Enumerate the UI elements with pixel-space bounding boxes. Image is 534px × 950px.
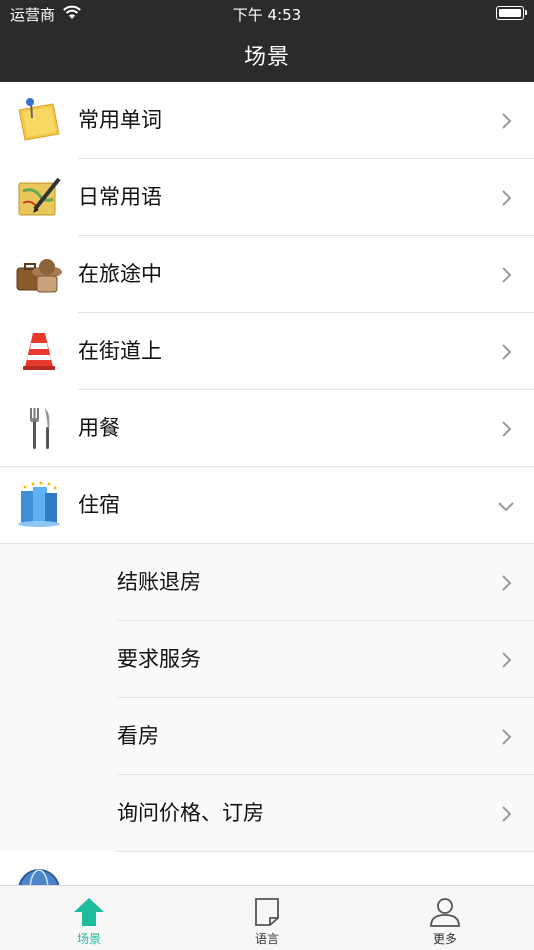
tab-languages[interactable]: 语言: [207, 892, 327, 948]
sub-item-label: 询问价格、订房: [117, 801, 264, 825]
list-item-label: 住宿: [78, 493, 120, 517]
chevron-down-icon: [498, 502, 514, 512]
chevron-right-icon: [502, 190, 512, 206]
list-item-label: 用餐: [78, 416, 120, 440]
chevron-right-icon: [502, 113, 512, 129]
sub-item-view-room[interactable]: 看房: [0, 698, 534, 775]
sub-item-label: 看房: [117, 724, 159, 748]
home-arrow-icon: [74, 898, 104, 926]
note-icon: [255, 898, 279, 926]
list-item-on-the-street[interactable]: 在街道上: [0, 313, 534, 390]
sub-item-price-booking[interactable]: 询问价格、订房: [0, 775, 534, 852]
tab-scenes[interactable]: 场景: [29, 892, 149, 948]
map-pencil-icon: [18, 177, 61, 216]
sub-item-label: 结账退房: [117, 570, 201, 594]
tab-label: 场景: [76, 932, 101, 946]
chevron-right-icon: [502, 421, 512, 437]
list-item-label: 常用单词: [78, 108, 162, 132]
scene-list: 常用单词 日常用语 在旅途中 在街道上 用餐 住宿 结账退房 要求服务 看房 询…: [0, 82, 534, 929]
status-bar: 运营商 下午 4:53: [0, 0, 534, 28]
status-time: 下午 4:53: [232, 6, 302, 24]
list-item-on-the-road[interactable]: 在旅途中: [0, 236, 534, 313]
chevron-right-icon: [502, 729, 512, 745]
person-icon: [430, 898, 460, 927]
sub-item-label: 要求服务: [117, 647, 201, 671]
traffic-cone-icon: [23, 333, 55, 370]
tab-label: 更多: [432, 932, 457, 946]
chevron-right-icon: [502, 267, 512, 283]
tab-label: 语言: [254, 932, 279, 946]
chevron-right-icon: [502, 344, 512, 360]
sub-item-request-service[interactable]: 要求服务: [0, 621, 534, 698]
luggage-hat-icon: [16, 259, 62, 293]
chevron-right-icon: [502, 575, 512, 591]
list-item-lodging[interactable]: 住宿: [0, 467, 534, 544]
sub-item-checkout[interactable]: 结账退房: [0, 544, 534, 621]
hotel-building-icon: [18, 481, 60, 527]
page-title: 场景: [243, 45, 290, 70]
tab-bar: 场景 语言 更多: [0, 885, 534, 950]
nav-bar: 场景: [0, 28, 534, 82]
list-item-label: 在街道上: [78, 339, 162, 363]
list-item-label: 日常用语: [78, 185, 162, 209]
battery-icon: [496, 6, 527, 20]
list-item-dining[interactable]: 用餐: [0, 390, 534, 467]
sticky-note-icon: [18, 98, 60, 141]
list-item-label: 在旅途中: [78, 262, 162, 286]
chevron-right-icon: [502, 652, 512, 668]
tab-more[interactable]: 更多: [385, 892, 505, 948]
list-item-common-words[interactable]: 常用单词: [0, 82, 534, 159]
list-item-daily-phrases[interactable]: 日常用语: [0, 159, 534, 236]
chevron-right-icon: [502, 806, 512, 822]
fork-knife-icon: [30, 408, 50, 449]
